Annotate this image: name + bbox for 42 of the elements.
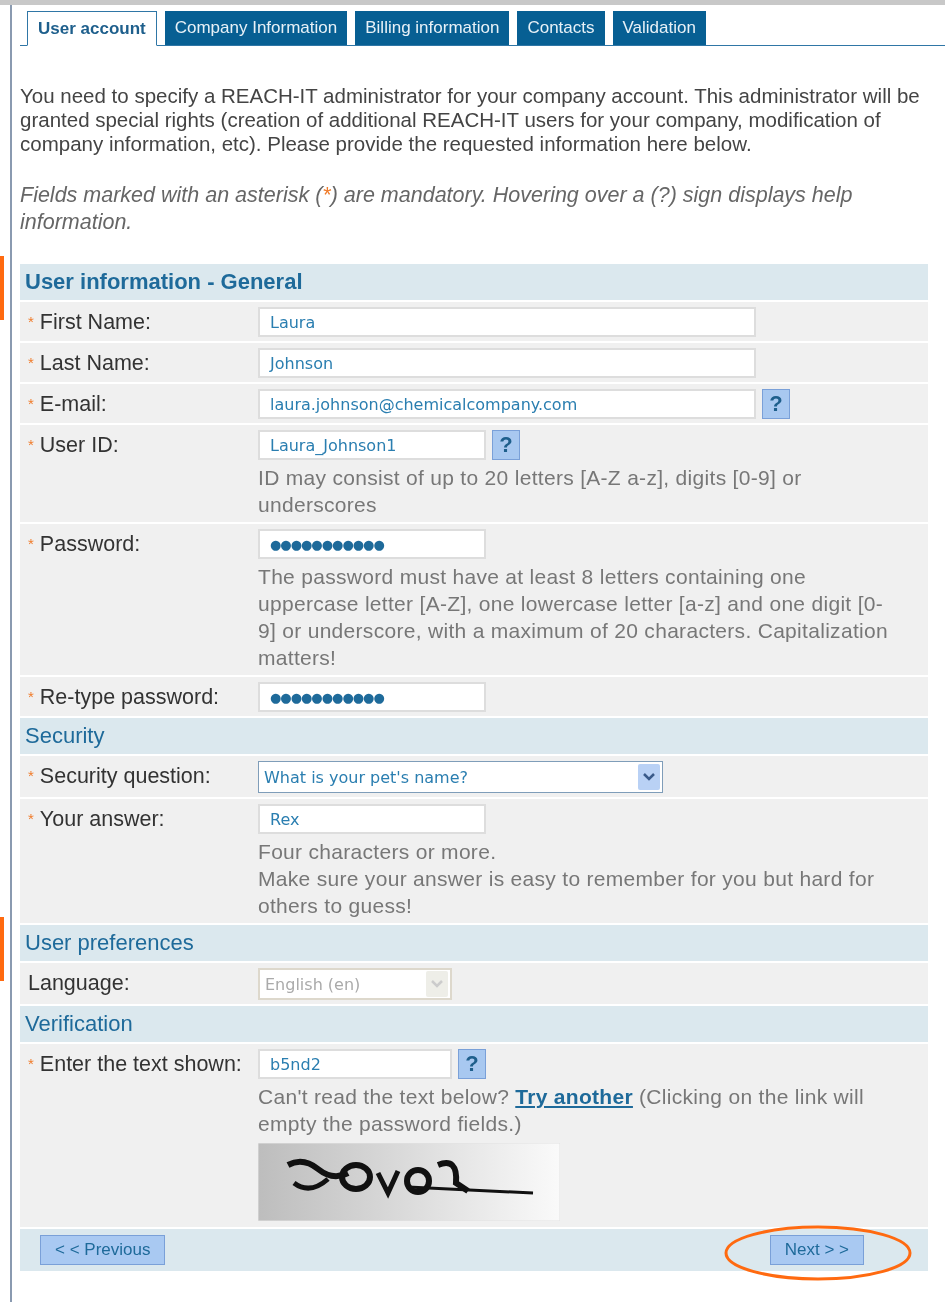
- help-button[interactable]: ?: [458, 1049, 486, 1079]
- try-another-link[interactable]: Try another: [515, 1085, 633, 1108]
- section-title: User information - General: [25, 269, 303, 295]
- intro-text: You need to specify a REACH-IT administrator for your company account. This administrator will be granted special rights (creation of additional REACH-IT users for your company, modification of company information, etc). Please provide the requested information here below.: [20, 84, 921, 156]
- password-field[interactable]: ●●●●●●●●●●●: [258, 682, 486, 712]
- help-button[interactable]: ?: [492, 430, 520, 460]
- hint-text: ID may consist of up to 20 letters [A-Z a-z], digits [0-9] or underscores: [258, 465, 803, 518]
- chevron-down-icon: [638, 764, 660, 790]
- section-title: Verification: [25, 1011, 133, 1037]
- chevron-down-icon: [426, 971, 448, 997]
- captcha-hint: Can't read the text below? Try another (Clicking on the link will empty the password fields.): [258, 1084, 865, 1137]
- hint-text: Four characters or more. Make sure your answer is easy to remember for you but hard for others to guess!: [258, 839, 876, 919]
- field-label: * E-mail:: [28, 391, 108, 418]
- input-field[interactable]: b5nd2: [258, 1049, 452, 1079]
- section-title: User preferences: [25, 930, 194, 956]
- tab[interactable]: Company Information: [164, 11, 348, 45]
- input-field[interactable]: Laura_Johnson1: [258, 430, 486, 460]
- field-label: * User ID:: [28, 432, 120, 459]
- password-field[interactable]: ●●●●●●●●●●●: [258, 529, 486, 559]
- help-button[interactable]: ?: [762, 389, 790, 419]
- input-field[interactable]: laura.johnson@chemicalcompany.com: [258, 389, 756, 419]
- next-button[interactable]: Next > >: [769, 1235, 864, 1265]
- field-label: Language:: [28, 970, 131, 997]
- mandatory-note: Fields marked with an asterisk (*) are mandatory. Hovering over a (?) sign displays help information.: [20, 182, 854, 236]
- field-label: * Your answer:: [28, 806, 166, 833]
- previous-button[interactable]: < < Previous: [40, 1235, 166, 1265]
- input-field[interactable]: Johnson: [258, 348, 756, 378]
- tab[interactable]: User account: [27, 11, 157, 46]
- input-field[interactable]: Laura: [258, 307, 756, 337]
- field-label: * Enter the text shown:: [28, 1051, 243, 1078]
- input-field[interactable]: Rex: [258, 804, 486, 834]
- tab[interactable]: Validation: [612, 11, 706, 45]
- hint-text: The password must have at least 8 letters containing one uppercase letter [A-Z], one lowercase letter [a-z] and one digit [0-9] or underscore, with a maximum of 20 characters. Capitalization matters!: [258, 564, 889, 671]
- field-label: * Password:: [28, 531, 142, 558]
- field-label: * First Name:: [28, 309, 152, 336]
- dropdown[interactable]: What is your pet's name?: [258, 761, 663, 793]
- field-label: * Security question:: [28, 763, 212, 790]
- tab[interactable]: Billing information: [355, 11, 510, 45]
- field-label: * Re-type password:: [28, 684, 221, 711]
- section-title: Security: [25, 723, 105, 749]
- field-label: * Last Name:: [28, 350, 151, 377]
- tab[interactable]: Contacts: [517, 11, 605, 45]
